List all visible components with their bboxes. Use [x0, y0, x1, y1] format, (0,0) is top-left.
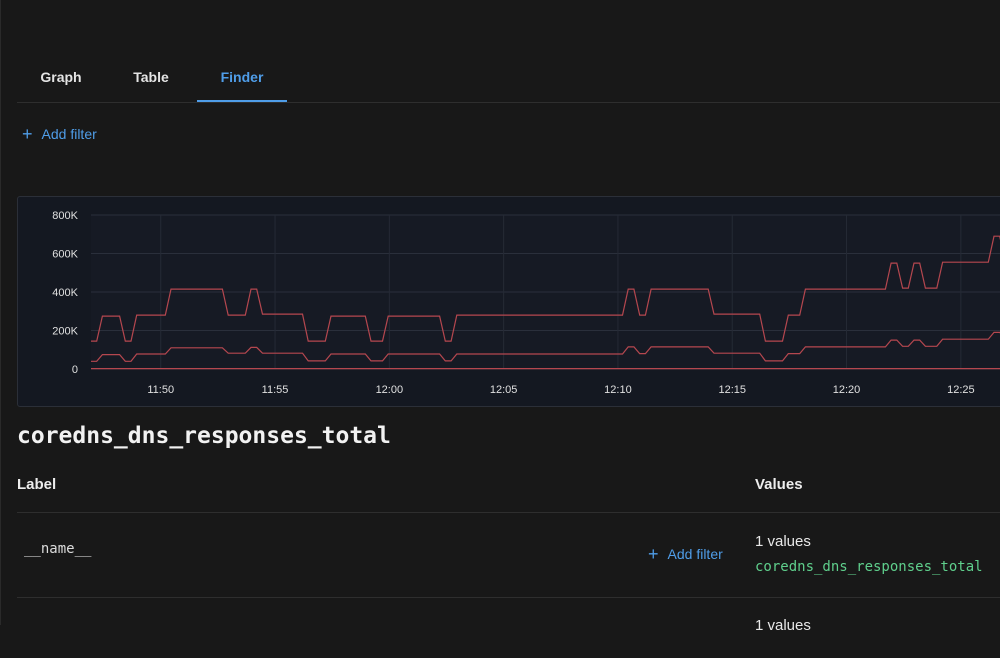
- x-tick-label: 12:20: [833, 384, 861, 396]
- x-tick-label: 12:15: [718, 384, 746, 396]
- x-tick-label: 12:25: [947, 384, 975, 396]
- y-tick-label: 400K: [52, 287, 78, 299]
- tab-graph[interactable]: Graph: [17, 56, 105, 101]
- tab-finder[interactable]: Finder: [197, 56, 287, 102]
- view-tabs: Graph Table Finder: [17, 56, 1000, 103]
- x-tick-label: 11:50: [147, 384, 174, 396]
- chart-canvas: 800K 600K 400K 200K 0 11:50 11:55 12:00 12:05 12:…: [52, 210, 1000, 396]
- x-tick-label: 12:00: [376, 384, 404, 396]
- values-count: 1 values: [755, 617, 811, 634]
- y-tick-label: 600K: [52, 249, 78, 261]
- label-column-header: Label: [17, 476, 57, 493]
- add-filter-label: Add filter: [41, 126, 97, 142]
- label-row-next: 1 values: [17, 598, 1000, 658]
- tab-table[interactable]: Table: [107, 56, 195, 101]
- values-count: 1 values: [755, 533, 811, 550]
- metric-name: coredns_dns_responses_total: [17, 423, 391, 449]
- plus-icon: +: [22, 124, 33, 144]
- label-name: __name__: [24, 541, 92, 557]
- label-value-chip[interactable]: coredns_dns_responses_total: [755, 559, 983, 575]
- y-tick-label: 0: [72, 364, 78, 376]
- window-edge: [0, 0, 1, 625]
- values-column-header: Values: [755, 476, 803, 493]
- row-add-filter-button[interactable]: + Add filter: [648, 545, 723, 563]
- x-tick-label: 12:10: [604, 384, 632, 396]
- label-row-name: __name__ + Add filter 1 values coredns_d…: [17, 513, 1000, 598]
- metric-chart[interactable]: 800K 600K 400K 200K 0 11:50 11:55 12:00 12:05 12:…: [17, 196, 1000, 407]
- x-tick-label: 11:55: [262, 384, 289, 396]
- plus-icon: +: [648, 544, 659, 564]
- label-table-header: Label Values: [17, 470, 1000, 513]
- row-add-filter-label: Add filter: [667, 546, 723, 562]
- add-filter-button[interactable]: + Add filter: [22, 124, 97, 144]
- y-tick-label: 200K: [52, 326, 78, 338]
- x-tick-label: 12:05: [490, 384, 518, 396]
- y-tick-label: 800K: [52, 210, 78, 222]
